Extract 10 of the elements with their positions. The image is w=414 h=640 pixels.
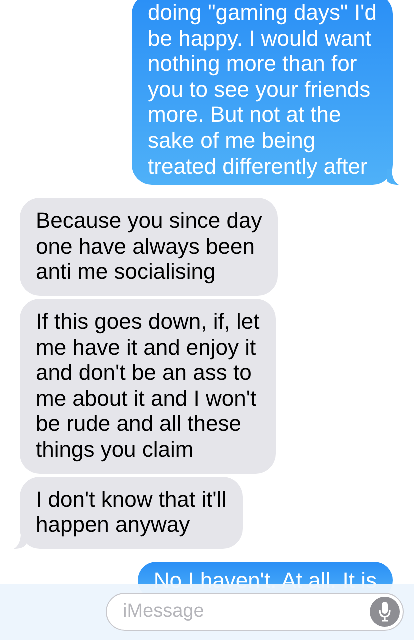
message-field[interactable]: iMessage — [106, 593, 404, 631]
message-bubble: doing "gaming days" I'd be happy. I would want nothing more than for you to see your friends more. But not at the sake of me being treated differently after — [132, 0, 393, 186]
message-bubble: Because you since day one have always been anti me socialising — [20, 198, 278, 296]
microphone-button[interactable] — [370, 597, 400, 627]
message-bubble: I don't know that it'll happen anyway — [20, 476, 243, 549]
microphone-icon — [378, 601, 392, 623]
message-bubble: If this goes down, if, let me have it and enjoy it and don't be an ass to me about it and I won't be rude and all these things you claim — [20, 298, 276, 474]
message-input[interactable]: iMessage — [121, 600, 370, 624]
bubble-tail — [14, 532, 26, 549]
bubble-tail — [387, 169, 399, 186]
